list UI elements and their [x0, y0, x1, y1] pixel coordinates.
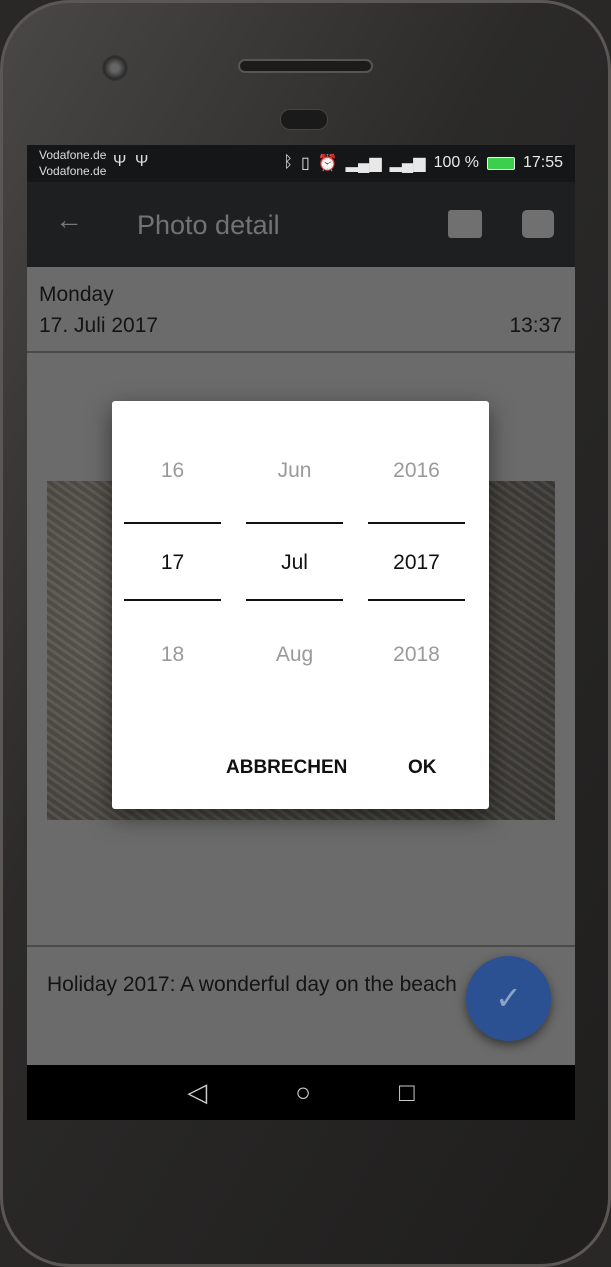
navigation-bar: ◁ ○ □	[27, 1065, 575, 1120]
usb-icon: Ψ	[113, 153, 127, 170]
divider	[246, 599, 343, 601]
month-current[interactable]: Jul	[246, 551, 343, 575]
battery-icon	[486, 156, 515, 170]
month-next[interactable]: Aug	[246, 643, 343, 667]
weekday: Monday	[39, 283, 114, 306]
carrier-1: Vodafone.de	[39, 148, 107, 162]
battery-text: 100 %	[433, 154, 479, 171]
home-nav-icon[interactable]: ○	[295, 1077, 311, 1108]
front-camera	[102, 55, 128, 81]
alarm-icon: ⏰	[317, 155, 338, 172]
cancel-button[interactable]: ABBRECHEN	[226, 757, 347, 779]
vibrate-icon: ▯	[300, 155, 310, 172]
back-nav-icon[interactable]: ◁	[187, 1077, 207, 1108]
confirm-fab[interactable]: ✓	[466, 956, 551, 1041]
year-prev[interactable]: 2016	[368, 459, 465, 483]
ok-button[interactable]: OK	[408, 757, 437, 779]
divider	[124, 599, 221, 601]
divider	[246, 522, 343, 524]
day-next[interactable]: 18	[124, 643, 221, 667]
clock: 17:55	[522, 154, 563, 171]
year-current[interactable]: 2017	[368, 551, 465, 575]
earpiece-speaker	[238, 59, 373, 73]
bluetooth-icon: ᛒ	[283, 154, 293, 171]
year-next[interactable]: 2018	[368, 643, 465, 667]
divider	[368, 522, 465, 524]
day-prev[interactable]: 16	[124, 459, 221, 483]
month-prev[interactable]: Jun	[246, 459, 343, 483]
divider	[124, 522, 221, 524]
day-current[interactable]: 17	[124, 551, 221, 575]
recents-nav-icon[interactable]: □	[399, 1077, 415, 1108]
date-picker-dialog: 16 17 18 Jun Jul Aug 2016 2017 2018 ABBR…	[112, 401, 489, 809]
date-value[interactable]: 17. Juli 2017	[39, 314, 158, 338]
check-icon: ✓	[495, 980, 522, 1016]
gallery-icon[interactable]	[448, 210, 482, 238]
date-section[interactable]: Monday 17. Juli 2017 13:37	[27, 267, 575, 353]
4g-signal-icon: ▂▄▆	[389, 155, 426, 172]
proximity-sensor	[280, 109, 328, 130]
camera-icon[interactable]	[522, 210, 554, 238]
divider	[368, 599, 465, 601]
time-value[interactable]: 13:37	[509, 314, 562, 338]
signal-icon: ▂▄▆	[345, 155, 382, 172]
page-title: Photo detail	[137, 210, 280, 240]
back-arrow-icon[interactable]: ←	[55, 204, 83, 236]
app-toolbar: ← Photo detail	[27, 182, 575, 267]
carrier-2: Vodafone.de	[39, 164, 107, 178]
status-bar: Vodafone.de Vodafone.de Ψ Ψ ᛒ ▯ ⏰ ▂▄▆ ▂▄…	[27, 145, 575, 182]
usb-icon: Ψ	[135, 153, 149, 170]
